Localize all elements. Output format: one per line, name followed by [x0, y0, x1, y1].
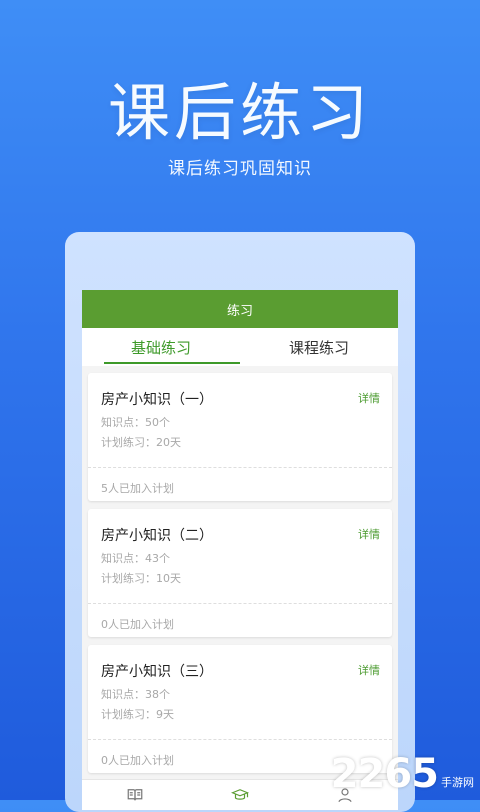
- app-screen: 练习 基础练习 课程练习 房产小知识（一） 详情 知识点：50个 计划练习：20…: [82, 290, 398, 810]
- card-divider: [88, 739, 392, 740]
- nav-item-course[interactable]: [187, 780, 292, 810]
- participants-count: 0人已加入计划: [101, 754, 174, 767]
- participants-count: 5人已加入计划: [101, 482, 174, 495]
- book-icon: [127, 789, 143, 801]
- tab-bar: 基础练习 课程练习: [82, 328, 398, 366]
- card-title: 房产小知识（三）: [101, 664, 213, 680]
- hero-subtitle: 课后练习巩固知识: [168, 159, 312, 179]
- detail-link[interactable]: 详情: [358, 526, 380, 542]
- watermark-number: 2265: [330, 751, 439, 797]
- practice-card[interactable]: 房产小知识（二） 详情 知识点：43个 计划练习：10天 0人已加入计划: [88, 509, 392, 637]
- knowledge-points: 知识点：43个: [101, 552, 170, 565]
- plan-days: 计划练习：9天: [101, 708, 174, 721]
- card-divider: [88, 467, 392, 468]
- detail-link[interactable]: 详情: [358, 390, 380, 406]
- page-title: 练习: [226, 303, 253, 319]
- hero-title: 课后练习: [107, 76, 372, 149]
- card-title: 房产小知识（二）: [101, 528, 213, 544]
- watermark-text: 手游网: [441, 776, 474, 789]
- graduation-cap-icon: [230, 789, 249, 800]
- nav-item-book[interactable]: [82, 780, 187, 810]
- knowledge-points: 知识点：38个: [101, 688, 170, 701]
- tab-course-practice[interactable]: 课程练习: [240, 328, 398, 366]
- knowledge-points: 知识点：50个: [101, 416, 170, 429]
- plan-days: 计划练习：20天: [101, 436, 181, 449]
- app-header: 练习: [82, 290, 398, 328]
- detail-link[interactable]: 详情: [358, 662, 380, 678]
- card-title: 房产小知识（一）: [101, 392, 213, 408]
- practice-list: 房产小知识（一） 详情 知识点：50个 计划练习：20天 5人已加入计划 房产小…: [82, 366, 398, 773]
- plan-days: 计划练习：10天: [101, 572, 181, 585]
- participants-count: 0人已加入计划: [101, 618, 174, 631]
- tab-basic-practice[interactable]: 基础练习: [82, 328, 240, 366]
- practice-card[interactable]: 房产小知识（一） 详情 知识点：50个 计划练习：20天 5人已加入计划: [88, 373, 392, 501]
- phone-frame: 练习 基础练习 课程练习 房产小知识（一） 详情 知识点：50个 计划练习：20…: [65, 232, 415, 812]
- site-watermark: 2265 手游网: [331, 754, 474, 794]
- card-divider: [88, 603, 392, 604]
